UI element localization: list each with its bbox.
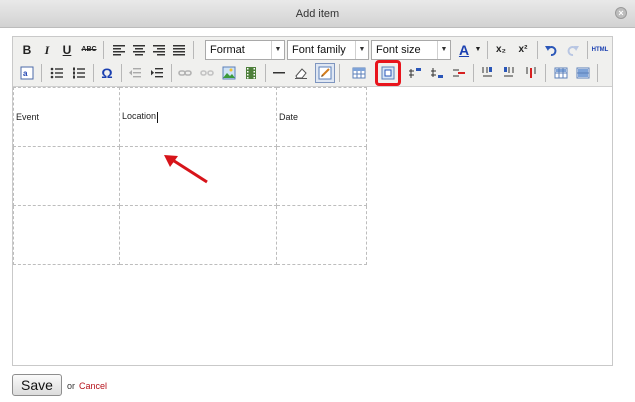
html-source-button[interactable]: HTML <box>590 40 610 60</box>
split-cells-icon[interactable] <box>551 63 571 83</box>
insert-column-before-icon[interactable] <box>477 63 497 83</box>
superscript-button[interactable]: x² <box>513 40 533 60</box>
link-icon[interactable] <box>175 63 195 83</box>
unlink-icon[interactable] <box>197 63 217 83</box>
chevron-down-icon: ▼ <box>271 41 284 59</box>
indent-icon[interactable] <box>147 63 167 83</box>
table-cell[interactable] <box>13 205 120 265</box>
font-family-select-label: Font family <box>292 44 346 56</box>
toolbar-separator <box>121 64 122 82</box>
table-cell[interactable] <box>276 205 367 265</box>
align-left-icon[interactable] <box>109 40 129 60</box>
merge-cells-icon[interactable] <box>573 63 593 83</box>
subscript-button[interactable]: x₂ <box>491 40 511 60</box>
toolbar-separator <box>41 64 42 82</box>
cancel-link[interactable]: Cancel <box>79 381 107 391</box>
delete-column-icon[interactable] <box>521 63 541 83</box>
bullet-list-icon[interactable] <box>47 63 67 83</box>
chevron-down-icon: ▼ <box>437 41 450 59</box>
table-cell[interactable] <box>13 146 120 206</box>
outdent-icon[interactable] <box>125 63 145 83</box>
insert-row-after-icon[interactable] <box>427 63 447 83</box>
highlight-box <box>375 60 401 86</box>
horizontal-rule-icon[interactable] <box>269 63 289 83</box>
toolbar-separator <box>93 64 94 82</box>
table-row: Event Location Date <box>13 87 367 147</box>
align-justify-icon[interactable] <box>169 40 189 60</box>
delete-row-icon[interactable] <box>449 63 469 83</box>
insert-table-icon[interactable] <box>349 63 369 83</box>
bold-button[interactable]: B <box>17 40 37 60</box>
rich-text-editor: B I U ABC Format ▼ Font family ▼ Font si… <box>12 36 613 366</box>
toolbar-separator <box>103 41 104 59</box>
editor-content[interactable]: Event Location Date <box>13 87 612 365</box>
close-icon[interactable]: × <box>615 7 627 19</box>
font-size-select[interactable]: Font size ▼ <box>371 40 451 60</box>
toolbar-separator <box>265 64 266 82</box>
font-size-select-label: Font size <box>376 44 421 56</box>
table-cell-text: Location <box>122 111 157 122</box>
media-icon[interactable] <box>241 63 261 83</box>
undo-icon[interactable] <box>541 40 561 60</box>
toolbar-separator <box>487 41 488 59</box>
eraser-icon[interactable] <box>291 63 311 83</box>
table-cell[interactable]: Location <box>119 87 277 147</box>
underline-button[interactable]: U <box>57 40 77 60</box>
special-character-button[interactable]: Ω <box>97 63 117 83</box>
chevron-down-icon: ▼ <box>355 41 368 59</box>
text-color-button[interactable]: A <box>453 40 475 60</box>
table-cell[interactable]: Event <box>13 87 120 147</box>
svg-text:a: a <box>23 69 28 78</box>
format-select[interactable]: Format ▼ <box>205 40 285 60</box>
toolbar-separator <box>545 64 546 82</box>
dialog-title: Add item <box>295 8 340 20</box>
editor-toolbar: B I U ABC Format ▼ Font family ▼ Font si… <box>13 37 612 87</box>
numbered-list-icon[interactable] <box>69 63 89 83</box>
table-cell[interactable] <box>119 205 277 265</box>
redo-icon[interactable] <box>563 40 583 60</box>
align-center-icon[interactable] <box>129 40 149 60</box>
font-family-select[interactable]: Font family ▼ <box>287 40 369 60</box>
toolbar-separator <box>537 41 538 59</box>
save-button[interactable]: Save <box>12 374 62 396</box>
spellcheck-icon[interactable]: a <box>17 63 37 83</box>
visual-aid-icon[interactable] <box>315 63 335 83</box>
image-icon[interactable] <box>219 63 239 83</box>
insert-column-after-icon[interactable] <box>499 63 519 83</box>
format-select-label: Format <box>210 44 245 56</box>
italic-button[interactable]: I <box>37 40 57 60</box>
table-cell[interactable]: Date <box>276 87 367 147</box>
toolbar-separator <box>193 41 194 59</box>
toolbar-separator <box>587 41 588 59</box>
toolbar-separator <box>473 64 474 82</box>
chevron-down-icon[interactable]: ▼ <box>474 40 482 60</box>
or-text: or <box>67 381 76 391</box>
toolbar-separator <box>171 64 172 82</box>
dialog-titlebar: Add item × <box>0 0 635 28</box>
align-right-icon[interactable] <box>149 40 169 60</box>
table-cell[interactable] <box>276 146 367 206</box>
toolbar-separator <box>597 64 598 82</box>
insert-row-before-icon[interactable] <box>405 63 425 83</box>
strikethrough-button[interactable]: ABC <box>79 40 99 60</box>
table-row <box>13 205 367 265</box>
toolbar-separator <box>339 64 340 82</box>
text-caret <box>157 111 159 123</box>
annotation-arrow-icon <box>164 155 208 184</box>
